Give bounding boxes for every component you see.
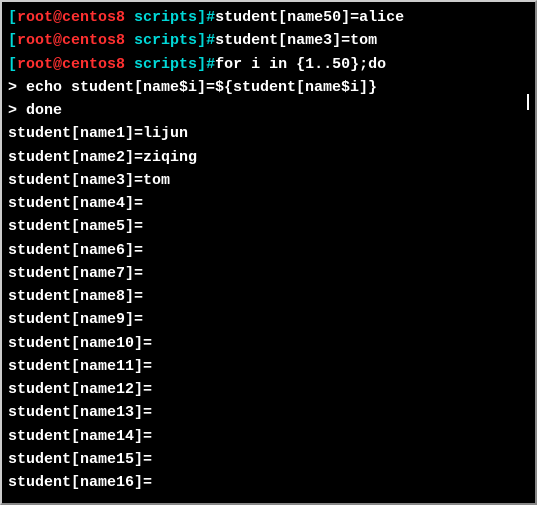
output-line-1: student[name2]=ziqing <box>8 146 529 169</box>
output-line-13: student[name14]= <box>8 425 529 448</box>
output-line-0: student[name1]=lijun <box>8 122 529 145</box>
output-line-14: student[name15]= <box>8 448 529 471</box>
output-line-15: student[name16]= <box>8 471 529 494</box>
output-line-5: student[name6]= <box>8 239 529 262</box>
terminal-output: [root@centos8 scripts]#student[name50]=a… <box>8 6 529 494</box>
output-line-11: student[name12]= <box>8 378 529 401</box>
output-line-2: student[name3]=tom <box>8 169 529 192</box>
output-line-4: student[name5]= <box>8 215 529 238</box>
output-line-10: student[name11]= <box>8 355 529 378</box>
command-text: student[name50]=alice <box>215 9 404 26</box>
text-cursor <box>527 94 529 110</box>
output-line-7: student[name8]= <box>8 285 529 308</box>
output-line-12: student[name13]= <box>8 401 529 424</box>
output-line-3: student[name4]= <box>8 192 529 215</box>
command-line-1: [root@centos8 scripts]#student[name3]=to… <box>8 29 529 52</box>
output-line-9: student[name10]= <box>8 332 529 355</box>
output-line-8: student[name9]= <box>8 308 529 331</box>
command-text: for i in {1..50};do <box>215 56 386 73</box>
output-line-6: student[name7]= <box>8 262 529 285</box>
command-line-0: [root@centos8 scripts]#student[name50]=a… <box>8 6 529 29</box>
continuation-line-1: > done <box>8 99 529 122</box>
command-text: student[name3]=tom <box>215 32 377 49</box>
continuation-line-0: > echo student[name$i]=${student[name$i]… <box>8 76 529 99</box>
command-line-2: [root@centos8 scripts]#for i in {1..50};… <box>8 53 529 76</box>
